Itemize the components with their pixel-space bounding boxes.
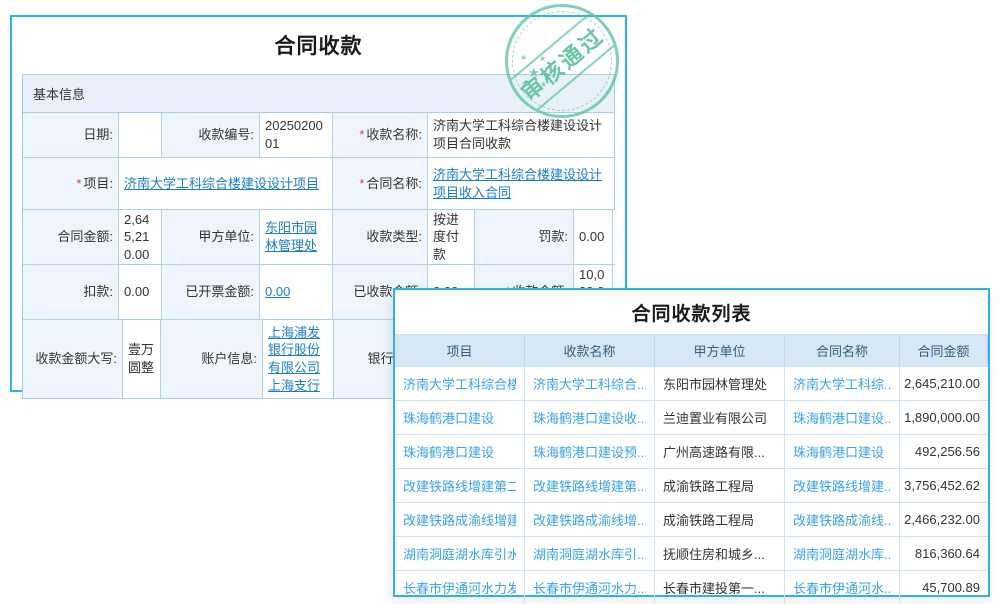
contract-amount-cell: 816,360.64 — [900, 537, 988, 570]
contract-name-link[interactable]: 济南大学工科综... — [793, 374, 891, 393]
account-info-label: 账户信息: — [161, 320, 263, 398]
contract-name-link[interactable]: 济南大学工科综合楼建设设计项目收入合同 — [433, 166, 609, 201]
header-contract-amount: 合同金额 — [900, 335, 988, 366]
party-a-label: 甲方单位: — [162, 210, 260, 264]
receipt-name-link[interactable]: 长春市伊通河水力... — [533, 578, 646, 597]
required-asterisk: * — [359, 175, 364, 193]
receipt-name-link[interactable]: 湖南洞庭湖水库引... — [533, 544, 646, 563]
table-row: 珠海鹤港口建设 珠海鹤港口建设预... 广州高速路有限... 珠海鹤港口建设 4… — [395, 434, 988, 468]
table-header-row: 项目 收款名称 甲方单位 合同名称 合同金额 — [395, 334, 988, 366]
contract-amount-cell: 45,700.89 — [900, 571, 988, 604]
row3-filler — [613, 210, 623, 264]
project-label: *项目: — [23, 158, 119, 209]
deduction-value: 0.00 — [119, 265, 162, 319]
contract-amount-cell: 1,890,000.00 — [900, 401, 988, 434]
list-panel-title: 合同收款列表 — [395, 290, 988, 334]
project-link[interactable]: 湖南洞庭湖水库引水... — [403, 544, 516, 563]
project-link[interactable]: 长春市伊通河水力发... — [403, 578, 516, 597]
receipt-name-link[interactable]: 济南大学工科综合... — [533, 374, 646, 393]
party-a-cell: 成渝铁路工程局 — [655, 503, 785, 536]
form-panel-title: 合同收款 — [12, 17, 625, 74]
contract-amount-cell: 3,756,452.62 — [900, 469, 988, 502]
table-row: 珠海鹤港口建设 珠海鹤港口建设收... 兰迪置业有限公司 珠海鹤港口建设... … — [395, 400, 988, 434]
project-link[interactable]: 济南大学工科综合楼... — [403, 374, 516, 393]
receipt-type-label: 收款类型: — [333, 210, 428, 264]
invoiced-amount-link[interactable]: 0.00 — [265, 283, 290, 301]
header-party-a: 甲方单位 — [655, 335, 785, 366]
account-info-value: 上海浦发银行股份有限公司上海支行 — [263, 320, 334, 398]
invoiced-amount-value: 0.00 — [260, 265, 333, 319]
party-a-link[interactable]: 东阳市园林管理处 — [265, 219, 327, 254]
receipt-name-label: *收款名称: — [333, 113, 428, 157]
contract-receipt-table: 项目 收款名称 甲方单位 合同名称 合同金额 济南大学工科综合楼... 济南大学… — [395, 334, 988, 604]
header-project: 项目 — [395, 335, 525, 366]
party-a-cell: 广州高速路有限... — [655, 435, 785, 468]
form-row-amounts-1: 合同金额: 2,645,210.00 甲方单位: 东阳市园林管理处 收款类型: … — [23, 210, 614, 265]
project-link[interactable]: 改建铁路线增建第二... — [403, 476, 516, 495]
required-asterisk: * — [76, 175, 81, 193]
party-a-cell: 长春市建投第一... — [655, 571, 785, 604]
project-link[interactable]: 改建铁路成渝线增建... — [403, 510, 516, 529]
form-row-date: 日期: 收款编号: 2025020001 *收款名称: 济南大学工科综合楼建设设… — [23, 113, 614, 158]
contract-receipt-list-panel: 合同收款列表 项目 收款名称 甲方单位 合同名称 合同金额 济南大学工科综合楼.… — [393, 288, 990, 597]
date-value-field[interactable] — [119, 113, 162, 157]
contract-amount-cell: 2,645,210.00 — [900, 367, 988, 400]
receipt-name-link[interactable]: 珠海鹤港口建设预... — [533, 442, 646, 461]
invoiced-amount-label: 已开票金额: — [162, 265, 260, 319]
receipt-no-label: 收款编号: — [162, 113, 260, 157]
amount-words-value: 壹万圆整 — [123, 320, 161, 398]
project-link[interactable]: 珠海鹤港口建设 — [403, 408, 494, 427]
contract-name-link[interactable]: 长春市伊通河水... — [793, 578, 891, 597]
receipt-name-link[interactable]: 改建铁路成渝线增... — [533, 510, 646, 529]
receipt-name-link[interactable]: 改建铁路线增建第... — [533, 476, 646, 495]
contract-amount-label: 合同金额: — [23, 210, 119, 264]
account-info-link[interactable]: 上海浦发银行股份有限公司上海支行 — [268, 324, 328, 394]
header-receipt-name: 收款名称 — [525, 335, 655, 366]
party-a-cell: 成渝铁路工程局 — [655, 469, 785, 502]
table-row: 改建铁路线增建第二... 改建铁路线增建第... 成渝铁路工程局 改建铁路线增建… — [395, 468, 988, 502]
date-label: 日期: — [23, 113, 119, 157]
amount-words-label: 收款金额大写: — [23, 320, 123, 398]
receipt-no-value: 2025020001 — [260, 113, 333, 157]
contract-name-label: *合同名称: — [333, 158, 428, 209]
party-a-value: 东阳市园林管理处 — [260, 210, 333, 264]
table-row: 湖南洞庭湖水库引水... 湖南洞庭湖水库引... 抚顺住房和城乡... 湖南洞庭… — [395, 536, 988, 570]
table-row: 改建铁路成渝线增建... 改建铁路成渝线增... 成渝铁路工程局 改建铁路成渝线… — [395, 502, 988, 536]
receipt-name-value: 济南大学工科综合楼建设设计项目合同收款 — [428, 113, 614, 157]
penalty-value: 0.00 — [574, 210, 613, 264]
receipt-name-link[interactable]: 珠海鹤港口建设收... — [533, 408, 646, 427]
party-a-cell: 东阳市园林管理处 — [655, 367, 785, 400]
project-link[interactable]: 珠海鹤港口建设 — [403, 442, 494, 461]
deduction-label: 扣款: — [23, 265, 119, 319]
contract-name-link[interactable]: 改建铁路成渝线... — [793, 510, 891, 529]
contract-amount-cell: 492,256.56 — [900, 435, 988, 468]
form-row-project: *项目: 济南大学工科综合楼建设设计项目 *合同名称: 济南大学工科综合楼建设设… — [23, 158, 614, 210]
receipt-type-value: 按进度付款 — [428, 210, 475, 264]
contract-name-link[interactable]: 改建铁路线增建... — [793, 476, 891, 495]
contract-name-value: 济南大学工科综合楼建设设计项目收入合同 — [428, 158, 614, 209]
required-asterisk: * — [359, 126, 364, 144]
basic-info-section-header: 基本信息 — [23, 75, 614, 113]
table-row: 长春市伊通河水力发... 长春市伊通河水力... 长春市建投第一... 长春市伊… — [395, 570, 988, 604]
header-contract-name: 合同名称 — [785, 335, 900, 366]
party-a-cell: 兰迪置业有限公司 — [655, 401, 785, 434]
project-link[interactable]: 济南大学工科综合楼建设设计项目 — [124, 175, 319, 193]
table-row: 济南大学工科综合楼... 济南大学工科综合... 东阳市园林管理处 济南大学工科… — [395, 366, 988, 400]
contract-name-link[interactable]: 湖南洞庭湖水库... — [793, 544, 891, 563]
contract-amount-value: 2,645,210.00 — [119, 210, 162, 264]
contract-amount-cell: 2,466,232.00 — [900, 503, 988, 536]
project-value: 济南大学工科综合楼建设设计项目 — [119, 158, 333, 209]
penalty-label: 罚款: — [475, 210, 574, 264]
contract-name-link[interactable]: 珠海鹤港口建设... — [793, 408, 891, 427]
contract-name-link[interactable]: 珠海鹤港口建设 — [793, 442, 884, 461]
party-a-cell: 抚顺住房和城乡... — [655, 537, 785, 570]
